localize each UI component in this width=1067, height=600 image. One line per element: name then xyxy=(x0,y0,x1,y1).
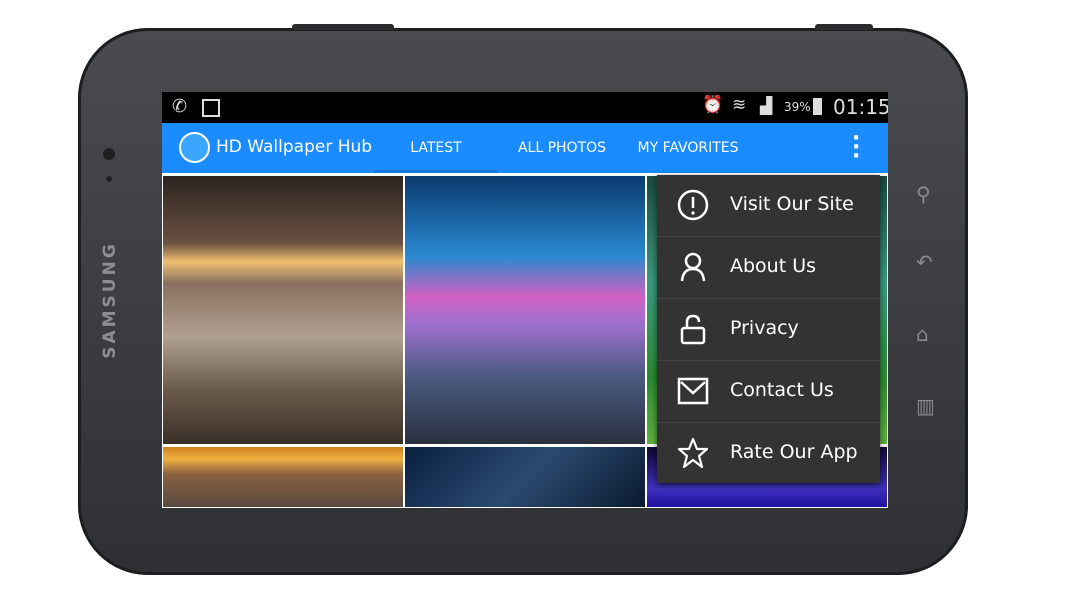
menu-item-label: Contact Us xyxy=(730,379,834,401)
battery-charging-icon xyxy=(813,98,822,115)
star-icon xyxy=(677,437,709,469)
gallery-icon xyxy=(202,99,220,117)
menu-item-label: Rate Our App xyxy=(730,441,858,463)
search-icon[interactable]: ⚲ xyxy=(916,182,931,206)
app-logo-icon xyxy=(179,132,210,163)
menu-item-label: About Us xyxy=(730,255,817,277)
sensor xyxy=(106,176,112,182)
info-circle-icon xyxy=(677,189,709,221)
menu-item-contact-us[interactable]: Contact Us xyxy=(657,361,880,423)
signal-icon: ▟ xyxy=(760,96,773,115)
screen: ✆ ⏰ ≋ ▟ 39% 01:15 HD Wallpaper Hub LATES… xyxy=(162,92,888,508)
tab-latest[interactable]: LATEST xyxy=(374,123,498,173)
tab-all-photos[interactable]: ALL PHOTOS xyxy=(500,123,624,173)
power-button[interactable] xyxy=(292,24,394,30)
menu-item-rate-our-app[interactable]: Rate Our App xyxy=(657,423,880,484)
app-title: HD Wallpaper Hub xyxy=(216,137,373,157)
clock: 01:15 xyxy=(833,95,888,119)
menu-item-label: Visit Our Site xyxy=(730,193,854,215)
tab-my-favorites[interactable]: MY FAVORITES xyxy=(626,123,750,173)
camera xyxy=(103,148,115,160)
wallpaper-thumbnail[interactable] xyxy=(163,176,403,444)
back-icon[interactable]: ↶ xyxy=(916,250,933,274)
menu-item-visit-our-site[interactable]: Visit Our Site xyxy=(657,175,880,237)
wallpaper-thumbnail[interactable] xyxy=(405,447,645,507)
unlock-icon xyxy=(680,314,706,345)
battery-text: 39% xyxy=(784,100,811,114)
wifi-icon: ≋ xyxy=(732,95,747,115)
menu-item-privacy[interactable]: Privacy xyxy=(657,299,880,361)
whatsapp-icon: ✆ xyxy=(172,96,188,117)
overflow-menu: Visit Our Site About Us Privacy Contact … xyxy=(657,175,880,483)
status-bar: ✆ ⏰ ≋ ▟ 39% 01:15 xyxy=(162,92,888,123)
home-icon[interactable]: ⌂ xyxy=(916,322,929,346)
wallpaper-thumbnail[interactable] xyxy=(163,447,403,507)
person-icon xyxy=(680,252,706,282)
menu-item-about-us[interactable]: About Us xyxy=(657,237,880,299)
menu-item-label: Privacy xyxy=(730,317,799,339)
overflow-menu-icon[interactable]: · · · xyxy=(852,128,860,168)
mail-icon xyxy=(677,377,709,405)
alarm-icon: ⏰ xyxy=(702,95,724,115)
brand-logo: SAMSUNG xyxy=(100,241,120,359)
volume-button[interactable] xyxy=(815,24,873,30)
menu-icon[interactable]: ▥ xyxy=(916,394,935,418)
wallpaper-thumbnail[interactable] xyxy=(405,176,645,444)
app-bar: HD Wallpaper Hub LATEST ALL PHOTOS MY FA… xyxy=(162,123,888,173)
